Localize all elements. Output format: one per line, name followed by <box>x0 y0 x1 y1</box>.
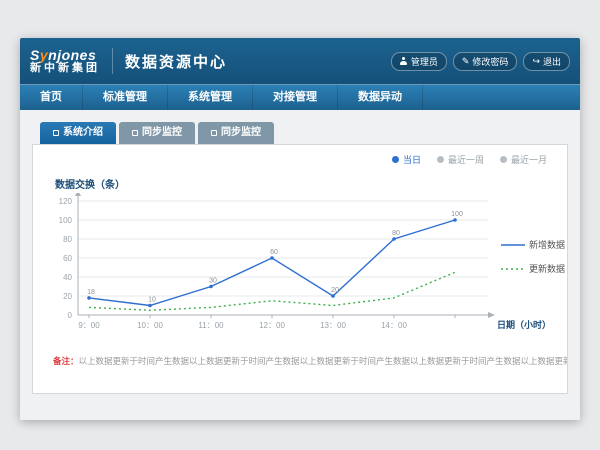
filter-last-week[interactable]: 最近一周 <box>437 153 484 166</box>
logo-text: S <box>30 47 40 63</box>
app-header: Synjones 新中新集团 数据资源中心 管理员 修改密码 退出 <box>20 38 580 84</box>
line-chart: 0 20 40 60 80 100 120 9：00 10：00 11：00 12：00 13：00 1… <box>33 193 567 341</box>
user-actions: 管理员 修改密码 退出 <box>391 52 570 71</box>
app-window: Synjones 新中新集团 数据资源中心 管理员 修改密码 退出 首页 标准管… <box>20 38 580 420</box>
range-filters: 当日 最近一周 最近一月 <box>33 145 567 166</box>
tab-sync-monitor-1[interactable]: 同步监控 <box>119 122 195 144</box>
filter-label: 最近一月 <box>511 153 547 166</box>
svg-text:80: 80 <box>392 230 400 237</box>
logo-company-name: 新中新集团 <box>30 63 100 75</box>
filter-dot-icon <box>500 156 507 163</box>
tab-icon <box>211 130 217 136</box>
tab-label: 同步监控 <box>221 122 261 144</box>
logo-accent: y <box>40 47 48 63</box>
logo-text-rest: njones <box>48 47 96 63</box>
svg-text:120: 120 <box>59 197 73 206</box>
filter-last-month[interactable]: 最近一月 <box>500 153 547 166</box>
tab-icon <box>53 130 59 136</box>
footnote-label: 备注： <box>53 356 79 366</box>
tab-bar: 系统介绍 同步监控 同步监控 <box>32 122 568 144</box>
logout-icon <box>532 56 540 67</box>
svg-text:9：00: 9：00 <box>78 321 100 330</box>
pencil-icon <box>462 56 470 67</box>
logo: Synjones 新中新集团 <box>30 48 100 74</box>
svg-text:60: 60 <box>63 254 72 263</box>
chart-y-axis-title: 数据交换（条） <box>55 176 567 191</box>
chart-x-axis-title: 日期（小时） <box>497 319 551 330</box>
svg-text:20: 20 <box>331 287 339 294</box>
page-title: 数据资源中心 <box>125 51 227 72</box>
svg-text:20: 20 <box>63 292 72 301</box>
nav-item-system-mgmt[interactable]: 系统管理 <box>168 85 253 110</box>
svg-text:0: 0 <box>68 311 73 320</box>
logo-wordmark: Synjones <box>30 48 100 63</box>
svg-text:40: 40 <box>63 273 72 282</box>
nav-item-standard-mgmt[interactable]: 标准管理 <box>83 85 168 110</box>
svg-text:10：00: 10：00 <box>137 321 163 330</box>
legend-label-1: 更新数据 <box>529 263 565 274</box>
nav-item-home[interactable]: 首页 <box>20 85 83 110</box>
main-nav: 首页 标准管理 系统管理 对接管理 数据异动 <box>20 84 580 110</box>
tab-system-intro[interactable]: 系统介绍 <box>40 122 116 144</box>
footnote-text: 以上数据更新于时间产生数据以上数据更新于时间产生数据以上数据更新于时间产生数据以… <box>79 356 567 366</box>
user-button-label: 管理员 <box>411 55 438 68</box>
legend-label-0: 新增数据 <box>529 239 565 250</box>
series-line-0 <box>89 220 455 306</box>
svg-text:11：00: 11：00 <box>198 321 224 330</box>
svg-text:100: 100 <box>451 211 463 218</box>
svg-text:60: 60 <box>270 249 278 256</box>
tab-label: 系统介绍 <box>63 122 103 144</box>
user-icon <box>400 57 408 65</box>
svg-text:14：00: 14：00 <box>381 321 407 330</box>
filter-label: 最近一周 <box>448 153 484 166</box>
svg-text:30: 30 <box>209 278 217 285</box>
filter-dot-icon <box>437 156 444 163</box>
change-password-label: 修改密码 <box>472 55 508 68</box>
nav-item-data-changes[interactable]: 数据异动 <box>338 85 423 110</box>
footnote: 备注：以上数据更新于时间产生数据以上数据更新于时间产生数据以上数据更新于时间产生… <box>33 355 567 367</box>
nav-item-connection-mgmt[interactable]: 对接管理 <box>253 85 338 110</box>
content-area: 系统介绍 同步监控 同步监控 当日 最近一周 <box>20 110 580 420</box>
filter-dot-icon <box>392 156 399 163</box>
filter-today[interactable]: 当日 <box>392 153 421 166</box>
header-divider <box>112 48 113 74</box>
svg-text:10: 10 <box>148 297 156 304</box>
change-password-button[interactable]: 修改密码 <box>453 52 518 71</box>
tab-label: 同步监控 <box>142 122 182 144</box>
filter-label: 当日 <box>403 153 421 166</box>
user-button[interactable]: 管理员 <box>391 52 447 71</box>
svg-text:80: 80 <box>63 235 72 244</box>
svg-text:100: 100 <box>59 216 73 225</box>
svg-text:13：00: 13：00 <box>320 321 346 330</box>
svg-text:12：00: 12：00 <box>259 321 285 330</box>
svg-text:18: 18 <box>87 289 95 296</box>
chart-panel: 当日 最近一周 最近一月 数据交换（条） 0 20 40 60 80 100 120 9：00… <box>32 144 568 394</box>
logout-label: 退出 <box>543 55 561 68</box>
tab-sync-monitor-2[interactable]: 同步监控 <box>198 122 274 144</box>
tab-icon <box>132 130 138 136</box>
logout-button[interactable]: 退出 <box>523 52 570 71</box>
